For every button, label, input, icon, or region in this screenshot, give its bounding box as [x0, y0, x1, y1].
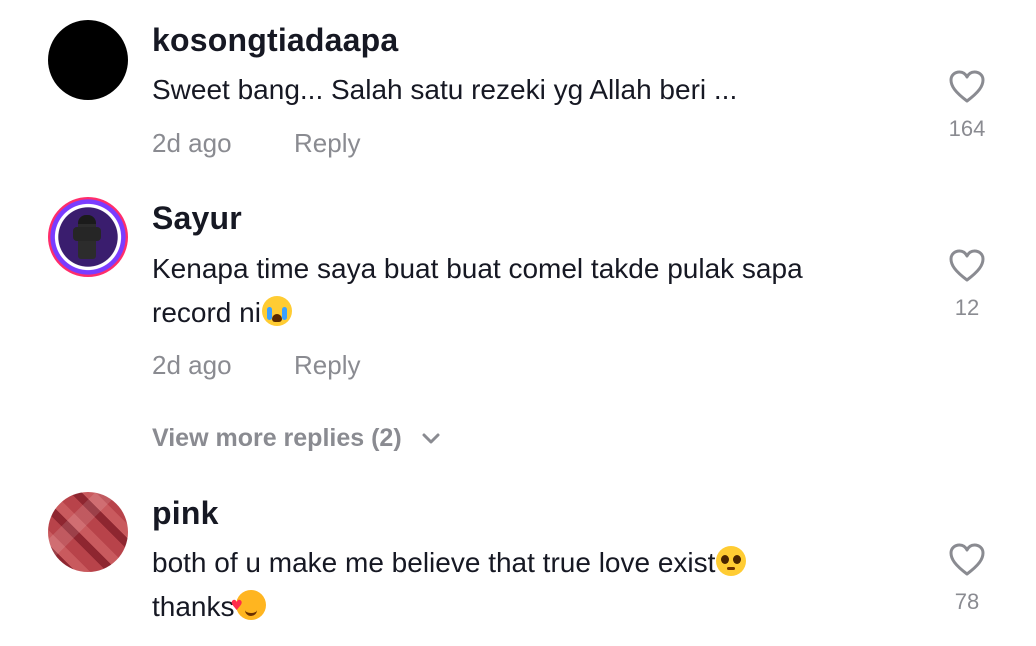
comment-text: Kenapa time saya buat buat comel takde p… — [152, 247, 912, 335]
chevron-down-icon — [422, 433, 440, 444]
like-button[interactable]: 78 — [945, 543, 989, 615]
comment-timestamp: 2d ago — [152, 350, 232, 380]
comment-timestamp: 2d ago — [152, 128, 232, 158]
avatar[interactable] — [48, 492, 128, 572]
comment-username[interactable]: pink — [152, 495, 219, 532]
heart-outline-icon — [949, 70, 985, 103]
comment-text: Sweet bang... Salah satu rezeki yg Allah… — [152, 68, 912, 112]
reply-button[interactable]: Reply — [294, 128, 360, 159]
comment-text: both of u make me believe that true love… — [152, 541, 912, 629]
comment-text-line: Kenapa time saya buat buat comel takde p… — [152, 253, 803, 284]
comment-text-fragment: both of u make me believe that true love… — [152, 547, 716, 578]
comment-text-fragment: thanks — [152, 591, 235, 622]
comment-username[interactable]: Sayur — [152, 200, 242, 237]
loudly-crying-face-icon — [261, 296, 292, 326]
comment-username[interactable]: kosongtiadaapa — [152, 22, 398, 59]
avatar[interactable] — [48, 197, 128, 277]
comment-meta: 2d ago Reply — [152, 350, 360, 381]
comment-text-line: both of u make me believe that true love… — [152, 541, 912, 585]
heart-outline-icon — [949, 543, 985, 576]
view-more-replies-label: View more replies (2) — [152, 424, 402, 452]
pleading-face-icon — [716, 546, 747, 576]
comment-text-fragment: record ni — [152, 297, 261, 328]
like-count: 78 — [954, 589, 980, 614]
avatar-figure — [73, 215, 101, 259]
smiling-face-with-hearts-icon — [231, 584, 266, 628]
reply-button[interactable]: Reply — [294, 350, 360, 381]
comment-meta: 2d ago Reply — [152, 128, 360, 159]
comment-text-line: Sweet bang... Salah satu rezeki yg Allah… — [152, 74, 738, 105]
heart-outline-icon — [949, 249, 985, 282]
avatar[interactable] — [48, 20, 128, 100]
like-count: 164 — [948, 116, 986, 141]
comment-text-line-2: thanks — [152, 584, 912, 629]
like-count: 12 — [954, 295, 980, 320]
like-button[interactable]: 164 — [945, 70, 989, 142]
like-button[interactable]: 12 — [945, 249, 989, 321]
view-more-replies-button[interactable]: View more replies (2) — [152, 424, 441, 453]
comment-text-line-2: record ni — [152, 291, 912, 335]
